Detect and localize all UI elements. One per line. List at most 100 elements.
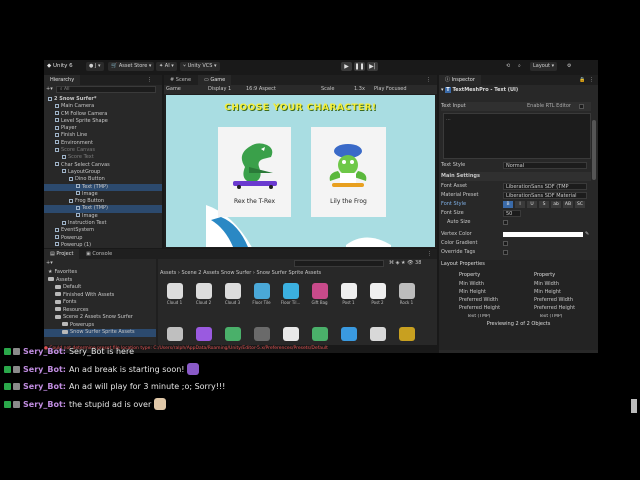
project-folder-item[interactable]: Default xyxy=(44,284,156,292)
add-asset-icon[interactable]: +▾ xyxy=(46,260,53,266)
search-icon[interactable]: ⌕ xyxy=(518,63,521,69)
material-preset-dropdown[interactable]: LiberationSans SDF Material xyxy=(503,192,587,199)
hierarchy-item[interactable]: Image xyxy=(44,213,162,220)
hierarchy-item[interactable]: EventSystem xyxy=(44,227,162,234)
asset-thumbnail[interactable] xyxy=(254,327,270,341)
hierarchy-item[interactable]: Text (TMP) xyxy=(44,183,162,191)
chat-username[interactable]: Sery_Bot: xyxy=(23,400,66,409)
breadcrumb-sprite-assets[interactable]: Snow Surfer Sprite Assets xyxy=(257,270,322,276)
hierarchy-item[interactable]: Text (TMP) xyxy=(44,205,162,213)
history-icon[interactable]: ⟲ xyxy=(506,63,510,69)
asset-item[interactable]: Floor Tile xyxy=(249,283,274,307)
tab-inspector[interactable]: ⓘ Inspector xyxy=(439,75,481,85)
chat-username[interactable]: Sery_Bot: xyxy=(23,365,66,374)
panel-menu-icon[interactable]: ⋮ xyxy=(426,77,431,83)
asset-thumbnail[interactable] xyxy=(167,327,183,341)
font-style-button[interactable]: I xyxy=(515,201,525,208)
hierarchy-item[interactable]: LayoutGroup xyxy=(44,169,162,176)
color-gradient-checkbox[interactable] xyxy=(503,241,508,246)
hierarchy-item[interactable]: Powerup (1) xyxy=(44,242,162,248)
tab-scene[interactable]: # Scene xyxy=(164,75,197,85)
asset-thumbnail[interactable] xyxy=(370,327,386,341)
asset-thumbnail[interactable] xyxy=(341,327,357,341)
layout-dropdown[interactable]: Layout ▾ xyxy=(530,62,558,71)
tab-hierarchy[interactable]: Hierarchy xyxy=(44,75,81,85)
asset-item[interactable]: Floor Til... xyxy=(278,283,303,307)
chat-username[interactable]: Sery_Bot: xyxy=(23,347,66,356)
asset-store-button[interactable]: 🛒 Asset Store ▾ xyxy=(108,62,155,71)
play-mode-dropdown[interactable]: Play Focused xyxy=(374,85,407,94)
font-style-button[interactable]: B xyxy=(503,201,513,208)
hierarchy-item[interactable]: Frog Button xyxy=(44,198,162,205)
unity-logo[interactable]: ◆ Unity 6 xyxy=(47,63,73,69)
font-style-button[interactable]: AB xyxy=(563,201,573,208)
pause-button[interactable]: ❚❚ xyxy=(354,62,365,71)
auto-size-checkbox[interactable] xyxy=(503,220,508,225)
frog-button[interactable]: Lily the Frog xyxy=(311,127,386,217)
breadcrumb-assets[interactable]: Assets xyxy=(160,270,176,276)
asset-item[interactable]: Post 1 xyxy=(336,283,361,307)
step-button[interactable]: ▶| xyxy=(367,62,378,71)
hierarchy-item[interactable]: Powerup xyxy=(44,235,162,242)
panel-menu-icon[interactable]: ⋮ xyxy=(427,251,432,257)
scale-value[interactable]: 1.3x xyxy=(354,85,365,94)
project-folder-item[interactable]: Finished With Assets xyxy=(44,292,156,300)
breadcrumb-scene2[interactable]: Scene 2 Assets Snow Surfer xyxy=(181,270,251,276)
project-folder-item[interactable]: Scene 2 Assets Snow Surfer xyxy=(44,314,156,322)
component-header[interactable]: ▾ T TextMeshPro - Text (UI) xyxy=(441,86,591,95)
display-dropdown[interactable]: Display 1 xyxy=(208,85,231,94)
font-style-button[interactable]: U xyxy=(527,201,537,208)
settings-icon[interactable]: ⚙ xyxy=(567,63,571,69)
hierarchy-search-input[interactable]: ⌕ All xyxy=(56,86,156,93)
font-asset-field[interactable]: LiberationSans SDF (TMP_ xyxy=(503,183,587,190)
asset-thumbnail[interactable] xyxy=(196,327,212,341)
font-style-button[interactable]: ab xyxy=(551,201,561,208)
asset-thumbnail[interactable] xyxy=(283,327,299,341)
hierarchy-item[interactable]: 2 Snow Surfer* xyxy=(44,96,162,103)
project-folder-item[interactable]: Assets xyxy=(44,277,156,285)
hierarchy-item[interactable]: Player xyxy=(44,125,162,132)
tab-game[interactable]: ▭ Game xyxy=(198,75,232,85)
hierarchy-item[interactable]: Finish Line xyxy=(44,132,162,139)
add-icon[interactable]: +▾ xyxy=(46,86,53,93)
project-folder-item[interactable]: ★ Favorites xyxy=(44,269,156,277)
project-folder-item[interactable]: Fonts xyxy=(44,299,156,307)
hierarchy-item[interactable]: Char Select Canvas xyxy=(44,162,162,169)
project-folder-item[interactable]: Snow Surfer Sprite Assets xyxy=(44,329,156,337)
chat-username[interactable]: Sery_Bot: xyxy=(23,382,66,391)
project-search-input[interactable] xyxy=(294,260,384,267)
play-button[interactable]: ▶ xyxy=(341,62,352,71)
project-folder-item[interactable]: Resources xyxy=(44,307,156,315)
dino-button[interactable]: Rex the T-Rex xyxy=(218,127,291,217)
aspect-dropdown[interactable]: 16:9 Aspect xyxy=(246,85,276,94)
hierarchy-item[interactable]: Image xyxy=(44,191,162,198)
hierarchy-item[interactable]: Dino Button xyxy=(44,176,162,183)
asset-item[interactable]: Cloud 2 xyxy=(191,283,216,307)
rtl-checkbox[interactable] xyxy=(579,104,584,109)
asset-thumbnail[interactable] xyxy=(399,327,415,341)
font-style-button[interactable]: SC xyxy=(575,201,585,208)
account-button[interactable]: ● J ▾ xyxy=(86,62,104,71)
lock-icon[interactable]: 🔒 xyxy=(579,77,585,83)
hierarchy-item[interactable]: Level Sprite Shape xyxy=(44,118,162,125)
font-size-field[interactable]: 50 xyxy=(503,210,521,217)
project-folder-item[interactable]: Powerups xyxy=(44,322,156,330)
override-tags-checkbox[interactable] xyxy=(503,250,508,255)
asset-thumbnail[interactable] xyxy=(225,327,241,341)
hierarchy-item[interactable]: Score Text xyxy=(44,154,162,161)
panel-menu-icon[interactable]: ⋮ xyxy=(589,77,594,83)
text-input-area[interactable]: ... xyxy=(443,113,591,159)
text-style-dropdown[interactable]: Normal xyxy=(503,162,587,169)
hierarchy-item[interactable]: Main Camera xyxy=(44,103,162,110)
splitter[interactable] xyxy=(156,259,158,345)
asset-item[interactable]: Cloud 3 xyxy=(220,283,245,307)
hierarchy-item[interactable]: Instruction Text xyxy=(44,220,162,227)
eyedropper-icon[interactable]: ✎ xyxy=(585,230,589,239)
asset-thumbnail[interactable] xyxy=(312,327,328,341)
filter-icons[interactable]: ⌘ ◈ ★ 👁 38 xyxy=(389,260,421,266)
panel-menu-icon[interactable]: ⋮ xyxy=(147,77,152,83)
vertex-color-swatch[interactable] xyxy=(503,232,583,237)
ai-button[interactable]: ✦ AI ▾ xyxy=(156,62,177,71)
tab-console[interactable]: ▣ Console xyxy=(80,249,118,259)
hierarchy-item[interactable]: Score Canvas xyxy=(44,147,162,154)
